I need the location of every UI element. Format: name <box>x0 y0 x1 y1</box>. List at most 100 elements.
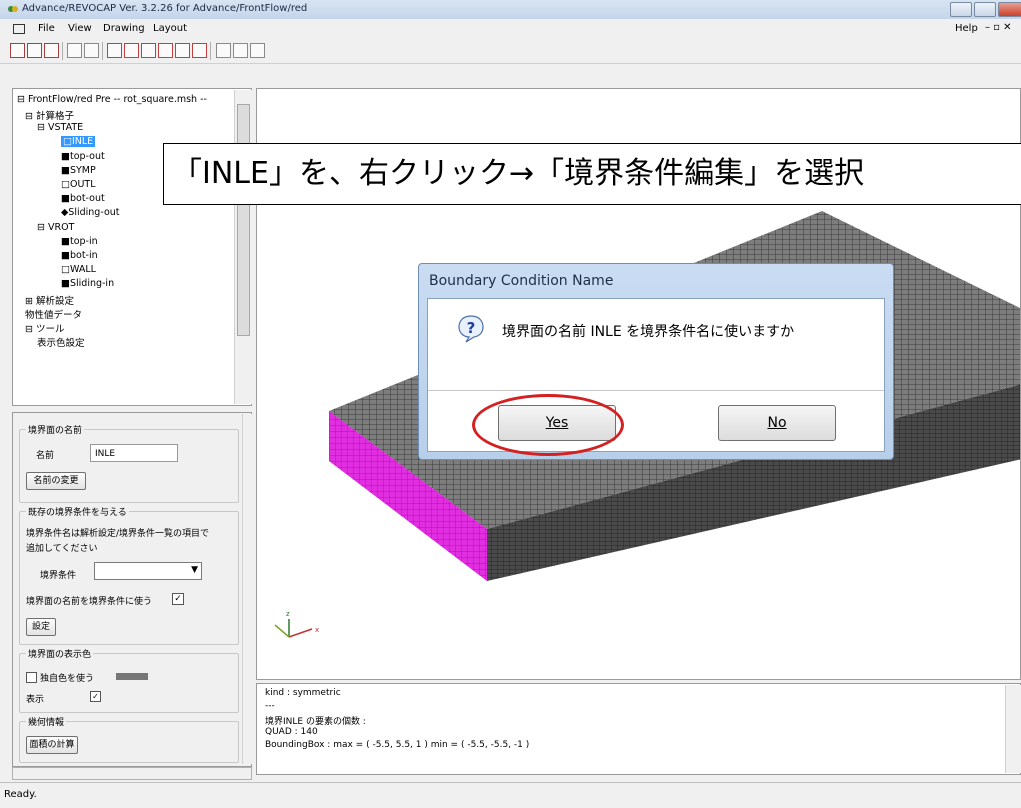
axis-yx-icon[interactable] <box>158 43 173 58</box>
tree-item-label: 解析設定 <box>35 295 74 307</box>
axis-yz-icon[interactable] <box>124 43 139 58</box>
toolbar-separator <box>62 42 63 60</box>
tree-item[interactable]: □OUTL <box>61 179 96 190</box>
zoom-icon[interactable] <box>216 43 231 58</box>
tree-item[interactable]: ◆Sliding-out <box>61 207 120 218</box>
tree-item[interactable]: ■Sliding-in <box>61 278 114 289</box>
rotate-icon[interactable] <box>67 43 82 58</box>
tree-item[interactable]: ■bot-out <box>61 193 105 204</box>
minimize-button[interactable] <box>950 2 972 17</box>
tree-item-label: □WALL <box>61 264 96 276</box>
group-label: 境界面の表示色 <box>26 647 94 660</box>
menu-view[interactable]: View <box>68 23 92 34</box>
menu-help[interactable]: Help <box>955 23 978 34</box>
name-field[interactable]: INLE <box>90 444 178 462</box>
group-label: 幾何情報 <box>26 715 67 728</box>
tree-item-label: ■Sliding-in <box>61 278 115 290</box>
model-tree: ⊟ FrontFlow/red Pre -- rot_square.msh --… <box>12 88 252 406</box>
toolbar-separator <box>210 42 211 60</box>
app-icon <box>8 6 18 12</box>
area-calc-button[interactable]: 面積の計算 <box>26 736 78 754</box>
axis-zx-icon[interactable] <box>141 43 156 58</box>
tree-item[interactable]: ⊟ ツール <box>25 321 65 335</box>
tree-expander-icon[interactable]: ⊟ <box>25 324 36 335</box>
console-line: 境界INLE の要素の個数 : <box>265 717 366 727</box>
tree-item[interactable]: ⊟ 計算格子 <box>25 108 74 122</box>
menu-layout[interactable]: Layout <box>153 23 187 34</box>
show-label: 表示 <box>26 695 45 705</box>
tree-item[interactable]: ■bot-in <box>61 250 98 261</box>
dialog-title: Boundary Condition Name <box>429 273 614 289</box>
properties-panel: 境界面の名前 名前 INLE 名前の変更 既存の境界条件を与える 境界条件名は解… <box>12 412 252 767</box>
close-button[interactable] <box>998 2 1021 17</box>
color-swatch[interactable] <box>116 673 148 680</box>
tree-item[interactable]: 物性値データ <box>25 307 82 321</box>
show-checkbox[interactable]: ✓ <box>90 691 101 702</box>
tree-item-label: VSTATE <box>47 122 84 134</box>
left-panel-hscrollbar[interactable] <box>12 767 252 780</box>
tree-expander-icon[interactable]: ⊟ <box>25 111 36 122</box>
menu-drawing[interactable]: Drawing <box>103 23 145 34</box>
status-text: Ready. <box>4 789 37 800</box>
mdi-controls-icon[interactable]: – ▫ ✕ <box>985 22 1012 33</box>
svg-text:z: z <box>286 610 290 618</box>
axis-xy-icon[interactable] <box>107 43 122 58</box>
set-button[interactable]: 設定 <box>26 618 56 636</box>
props-scrollbar[interactable] <box>242 414 252 764</box>
axis-xz-icon[interactable] <box>192 43 207 58</box>
window-title: Advance/REVOCAP Ver. 3.2.26 for Advance/… <box>22 3 308 14</box>
select-icon[interactable] <box>250 43 265 58</box>
existing-note-line2: 追加してください <box>26 544 98 554</box>
use-name-checkbox[interactable]: ✓ <box>172 593 184 605</box>
tree-item-label: □INLE <box>61 136 96 148</box>
tree-item-label: □OUTL <box>61 179 96 190</box>
tree-scrollbar[interactable] <box>234 90 252 404</box>
tree-item[interactable]: ■SYMP <box>61 165 96 176</box>
dialog-separator <box>428 390 884 391</box>
fit-icon[interactable] <box>233 43 248 58</box>
use-name-label: 境界面の名前を境界条件に使う <box>26 597 153 607</box>
view-icon[interactable] <box>84 43 99 58</box>
maximize-button[interactable] <box>974 2 996 17</box>
tree-item[interactable]: ■top-out <box>61 151 105 162</box>
tree-root-label[interactable]: ⊟ FrontFlow/red Pre -- rot_square.msh -- <box>17 94 207 105</box>
tree-item[interactable]: 表示色設定 <box>37 335 85 349</box>
console-scrollbar[interactable] <box>1005 685 1021 773</box>
menu-file[interactable]: File <box>38 23 55 34</box>
tree-item[interactable]: □INLE <box>61 136 96 148</box>
tree-expander-icon[interactable]: ⊟ <box>37 122 48 133</box>
console-line: QUAD : 140 <box>265 727 318 737</box>
tree-item[interactable]: ■top-in <box>61 236 98 247</box>
console-line: kind : symmetric <box>265 688 341 698</box>
tree-expander-icon[interactable]: ⊞ <box>25 296 36 307</box>
save-icon[interactable] <box>27 43 42 58</box>
open-icon[interactable] <box>10 43 25 58</box>
name-label: 名前 <box>36 451 55 461</box>
tree-item-label: ■top-in <box>61 235 98 247</box>
bc-select[interactable]: ▼ <box>94 562 202 580</box>
tree-item[interactable]: ⊟ VROT <box>37 222 74 233</box>
axis-zy-icon[interactable] <box>175 43 190 58</box>
tree-item[interactable]: ⊟ VSTATE <box>37 122 83 133</box>
rename-button[interactable]: 名前の変更 <box>26 472 86 490</box>
tree-item-label: 物性値データ <box>25 309 83 321</box>
tree-item[interactable]: □WALL <box>61 264 96 275</box>
export-icon[interactable] <box>44 43 59 58</box>
tree-item-label: VROT <box>47 221 75 233</box>
tree-scroll-thumb[interactable] <box>237 104 250 336</box>
document-icon <box>13 24 25 34</box>
own-color-checkbox[interactable] <box>26 672 37 683</box>
tree-item-label: ■bot-in <box>61 250 98 261</box>
title-bar: Advance/REVOCAP Ver. 3.2.26 for Advance/… <box>0 0 1021 20</box>
tree-expander-icon[interactable]: ⊟ <box>37 222 48 233</box>
annotation-callout: 「INLE」を、右クリック→「境界条件編集」を選択 <box>163 143 1021 205</box>
dropdown-arrow-icon: ▼ <box>191 565 198 575</box>
no-button[interactable]: No <box>718 405 836 441</box>
dialog-message: 境界面の名前 INLE を境界条件名に使いますか <box>502 324 795 340</box>
boundary-name-group: 境界面の名前 名前 INLE 名前の変更 <box>19 423 239 503</box>
tree-item[interactable]: ⊞ 解析設定 <box>25 293 74 307</box>
toolbar-separator <box>102 42 103 60</box>
tree-item-label: ■top-out <box>61 150 105 162</box>
status-bar: Ready. <box>0 782 1021 808</box>
highlight-ring <box>472 394 624 456</box>
